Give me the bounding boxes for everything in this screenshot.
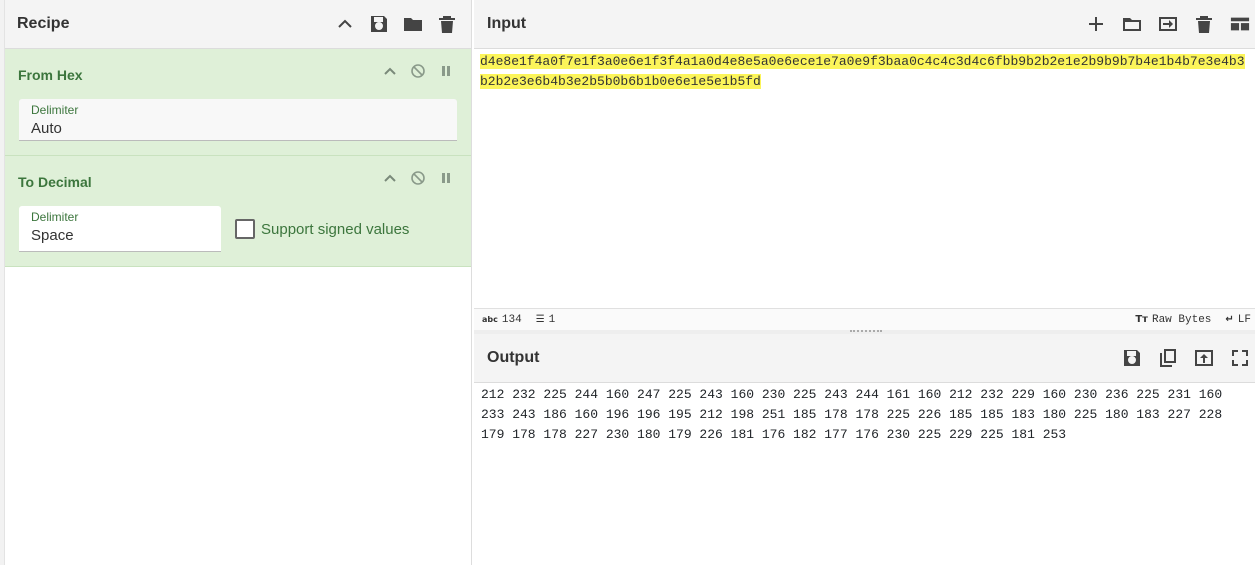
eol-selector[interactable]: ↵ LF	[1225, 314, 1251, 326]
lines-stat: ☰ 1	[536, 314, 556, 326]
copy-icon[interactable]	[1157, 347, 1179, 369]
folder-open-icon[interactable]	[1121, 13, 1143, 35]
operation-to-decimal[interactable]: To Decimal Delimiter Space Support signe…	[5, 156, 471, 267]
delimiter-value: Auto	[31, 120, 62, 137]
delimiter-field[interactable]: Delimiter Auto	[19, 99, 457, 141]
input-text: d4e8e1f4a0f7e1f3a0e6e1f3f4a1a0d4e8e5a0e6…	[480, 54, 1245, 89]
length-stat: abc 134	[482, 314, 522, 326]
input-title: Input	[487, 15, 527, 32]
support-signed-checkbox[interactable]: Support signed values	[235, 219, 409, 239]
eol-value: LF	[1237, 313, 1251, 326]
checkbox-label: Support signed values	[261, 220, 410, 238]
length-icon: abc	[482, 315, 498, 324]
delimiter-field[interactable]: Delimiter Space	[19, 206, 221, 252]
operation-from-hex[interactable]: From Hex Delimiter Auto	[5, 49, 471, 156]
recipe-pane: Recipe From Hex Delimiter Auto To Decima…	[0, 0, 472, 565]
input-textarea[interactable]: d4e8e1f4a0f7e1f3a0e6e1f3f4a1a0d4e8e5a0e6…	[480, 52, 1251, 92]
recipe-title: Recipe	[17, 15, 70, 32]
save-icon[interactable]	[1121, 347, 1143, 369]
chevron-up-icon[interactable]	[383, 64, 397, 78]
disable-icon[interactable]	[411, 64, 425, 78]
trash-icon[interactable]	[1193, 13, 1215, 35]
chevron-up-icon[interactable]	[335, 14, 355, 34]
length-value: 134	[501, 313, 522, 326]
output-title: Output	[487, 349, 540, 366]
recipe-header: Recipe	[5, 0, 471, 49]
return-icon: ↵	[1225, 314, 1234, 325]
add-icon[interactable]	[1085, 13, 1107, 35]
save-icon[interactable]	[369, 14, 389, 34]
delimiter-value: Space	[31, 227, 74, 244]
lines-value: 1	[548, 313, 556, 326]
encoding-value: Raw Bytes	[1151, 313, 1212, 326]
encoding-selector[interactable]: Tт Raw Bytes	[1135, 314, 1211, 326]
delimiter-label: Delimiter	[31, 103, 79, 117]
pause-icon[interactable]	[439, 171, 453, 185]
replace-input-icon[interactable]	[1193, 347, 1215, 369]
folder-icon[interactable]	[403, 14, 423, 34]
delimiter-label: Delimiter	[31, 210, 79, 224]
checkbox-box[interactable]	[235, 219, 255, 239]
disable-icon[interactable]	[411, 171, 425, 185]
pause-icon[interactable]	[439, 64, 453, 78]
trash-icon[interactable]	[437, 14, 457, 34]
input-header: Input	[474, 0, 1255, 49]
chevron-up-icon[interactable]	[383, 171, 397, 185]
operation-name: To Decimal	[18, 174, 92, 190]
layout-icon[interactable]	[1229, 13, 1251, 35]
lines-icon: ☰	[535, 314, 545, 325]
input-status-bar: abc 134 ☰ 1 Tт Raw Bytes ↵ LF	[474, 308, 1255, 330]
output-pane: Output 212 232 225 244 160 247 225 243 1…	[474, 334, 1255, 565]
text-format-icon: Tт	[1135, 314, 1148, 325]
input-pane: Input d4e8e1f4a0f7e1f3a0e6e1f3f4a1a0d4e8…	[474, 0, 1255, 330]
output-header: Output	[474, 334, 1255, 383]
fullscreen-icon[interactable]	[1229, 347, 1251, 369]
import-icon[interactable]	[1157, 13, 1179, 35]
operation-name: From Hex	[18, 67, 83, 83]
output-text[interactable]: 212 232 225 244 160 247 225 243 160 230 …	[481, 385, 1247, 445]
